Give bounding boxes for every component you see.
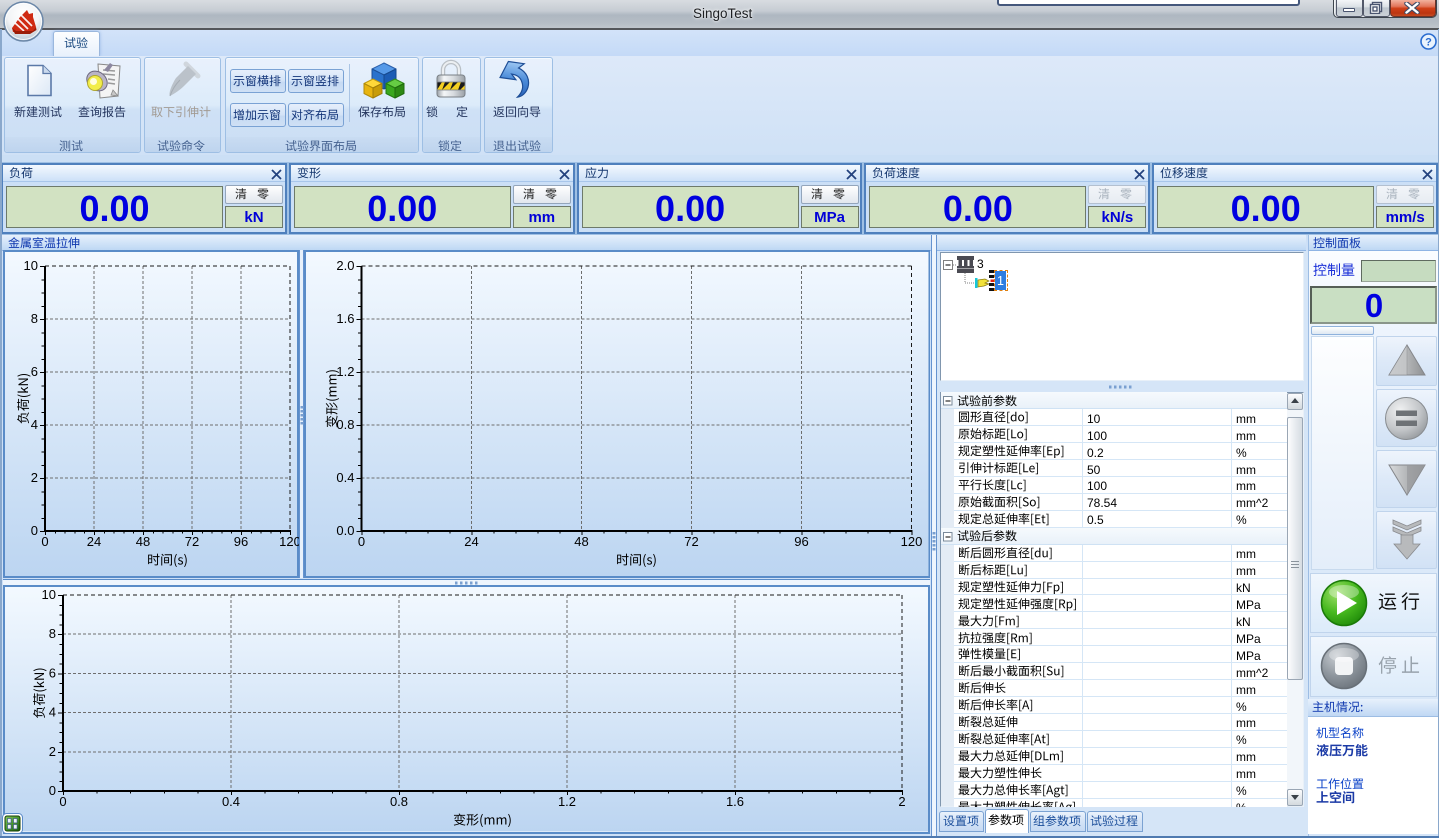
- svg-text:24: 24: [87, 534, 101, 549]
- svg-text:48: 48: [574, 534, 588, 549]
- svg-text:0: 0: [59, 794, 66, 809]
- svg-text:72: 72: [185, 534, 199, 549]
- svg-text:0: 0: [41, 534, 48, 549]
- svg-text:120: 120: [900, 534, 922, 549]
- svg-text:0: 0: [49, 783, 56, 798]
- svg-text:1.2: 1.2: [336, 364, 354, 379]
- svg-text:0.8: 0.8: [390, 794, 408, 809]
- svg-text:96: 96: [794, 534, 808, 549]
- svg-text:6: 6: [31, 364, 38, 379]
- svg-text:2: 2: [898, 794, 905, 809]
- svg-text:10: 10: [24, 258, 38, 273]
- svg-text:2.0: 2.0: [336, 258, 354, 273]
- svg-text:10: 10: [42, 587, 56, 602]
- svg-text:0: 0: [31, 523, 38, 538]
- svg-text:4: 4: [31, 417, 38, 432]
- svg-text:96: 96: [234, 534, 248, 549]
- svg-text:120: 120: [279, 534, 301, 549]
- svg-text:0: 0: [357, 534, 364, 549]
- svg-text:72: 72: [684, 534, 698, 549]
- svg-text:1.6: 1.6: [336, 311, 354, 326]
- svg-text:6: 6: [49, 665, 56, 680]
- svg-text:0.4: 0.4: [222, 794, 240, 809]
- svg-text:0.4: 0.4: [336, 470, 354, 485]
- svg-text:?: ?: [1425, 37, 1432, 49]
- svg-text:48: 48: [136, 534, 150, 549]
- svg-text:8: 8: [31, 311, 38, 326]
- svg-text:24: 24: [464, 534, 478, 549]
- svg-text:1.2: 1.2: [558, 794, 576, 809]
- svg-text:2: 2: [49, 744, 56, 759]
- svg-text:4: 4: [49, 705, 56, 720]
- svg-text:0.8: 0.8: [336, 417, 354, 432]
- svg-text:2: 2: [31, 470, 38, 485]
- svg-text:0.0: 0.0: [336, 523, 354, 538]
- svg-text:8: 8: [49, 626, 56, 641]
- svg-text:1.6: 1.6: [726, 794, 744, 809]
